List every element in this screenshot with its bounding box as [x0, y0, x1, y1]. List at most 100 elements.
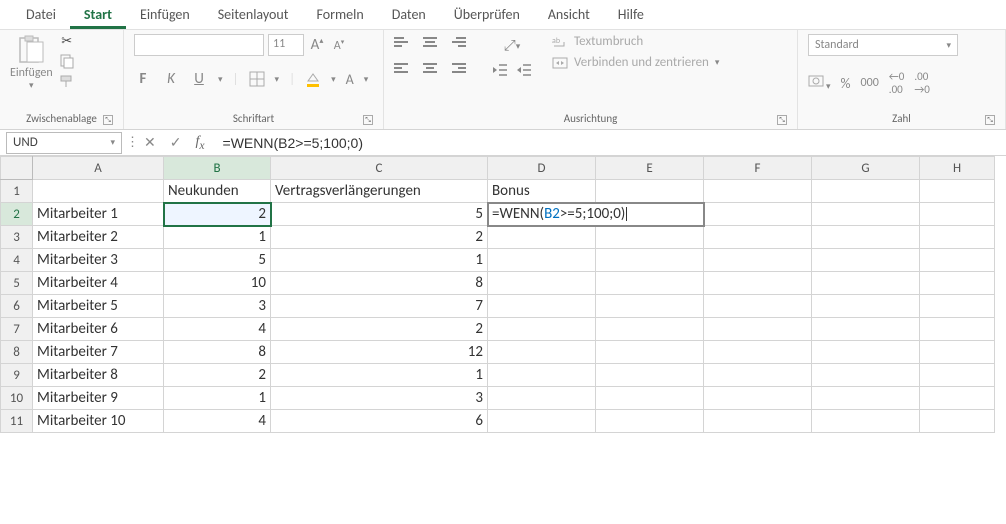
cell[interactable]	[704, 249, 812, 272]
clipboard-icon[interactable]	[17, 34, 45, 66]
merge-dropdown-icon[interactable]: ▾	[715, 57, 720, 68]
tab-einfuegen[interactable]: Einfügen	[126, 0, 204, 29]
format-painter-icon[interactable]	[59, 73, 75, 89]
number-format-select[interactable]: Standard▾	[808, 34, 958, 56]
decrease-indent-icon[interactable]	[492, 63, 508, 77]
col-header-B[interactable]: B	[164, 157, 271, 180]
cell[interactable]: 3	[271, 387, 488, 410]
cell[interactable]	[596, 410, 704, 433]
tab-seitenlayout[interactable]: Seitenlayout	[204, 0, 303, 29]
cell[interactable]: Mitarbeiter 10	[33, 410, 164, 433]
cell[interactable]: 5	[271, 203, 488, 226]
cell[interactable]: Mitarbeiter 5	[33, 295, 164, 318]
cell[interactable]	[704, 318, 812, 341]
tab-datei[interactable]: Datei	[12, 0, 70, 29]
cell[interactable]: 3	[164, 295, 271, 318]
accept-formula-icon[interactable]: ✓	[170, 134, 182, 151]
cell[interactable]	[704, 272, 812, 295]
cell[interactable]: 2	[271, 226, 488, 249]
cell[interactable]	[596, 272, 704, 295]
row-header[interactable]: 6	[1, 295, 33, 318]
cell[interactable]	[596, 387, 704, 410]
cell[interactable]	[596, 318, 704, 341]
cell-B2-selected[interactable]: 2	[164, 203, 271, 226]
bold-button[interactable]: F	[134, 70, 152, 88]
cell[interactable]: Neukunden	[164, 180, 271, 203]
decrease-decimal-icon[interactable]: .00→0	[914, 70, 930, 96]
cell[interactable]	[812, 203, 920, 226]
cell[interactable]: Mitarbeiter 7	[33, 341, 164, 364]
cell[interactable]: 2	[271, 318, 488, 341]
cell[interactable]	[812, 180, 920, 203]
tab-start[interactable]: Start	[70, 0, 126, 29]
cell[interactable]	[596, 226, 704, 249]
cut-icon[interactable]: ✂	[59, 34, 75, 49]
align-launcher-icon[interactable]: ⤡	[777, 115, 787, 125]
border-dropdown-icon[interactable]: ▾	[275, 74, 280, 85]
row-header[interactable]: 4	[1, 249, 33, 272]
cell[interactable]	[488, 226, 596, 249]
shrink-font-icon[interactable]: A▾	[330, 37, 348, 53]
cell[interactable]	[488, 410, 596, 433]
copy-icon[interactable]	[59, 53, 75, 69]
cell[interactable]: 4	[164, 410, 271, 433]
col-header-E[interactable]: E	[596, 157, 704, 180]
orientation-icon[interactable]: ⤢ ▾	[492, 37, 532, 55]
align-right-icon[interactable]	[450, 60, 466, 76]
underline-button[interactable]: U	[190, 70, 208, 88]
cell[interactable]	[704, 410, 812, 433]
cell[interactable]	[812, 410, 920, 433]
cell[interactable]	[488, 249, 596, 272]
percent-icon[interactable]: %	[841, 75, 851, 92]
row-header[interactable]: 8	[1, 341, 33, 364]
font-launcher-icon[interactable]: ⤡	[363, 115, 373, 125]
paste-dropdown-icon[interactable]: ▾	[29, 80, 34, 91]
cell[interactable]	[704, 203, 812, 226]
row-header[interactable]: 1	[1, 180, 33, 203]
tab-hilfe[interactable]: Hilfe	[604, 0, 658, 29]
cell[interactable]	[596, 180, 704, 203]
currency-icon[interactable]: ▾	[808, 73, 831, 93]
spreadsheet-grid[interactable]: A B C D E F G H 1NeukundenVertragsverlän…	[0, 156, 1006, 433]
cell[interactable]	[488, 341, 596, 364]
cell[interactable]	[596, 364, 704, 387]
row-header[interactable]: 11	[1, 410, 33, 433]
cell[interactable]	[920, 318, 995, 341]
font-color-icon[interactable]: A	[346, 71, 354, 88]
align-top-center-icon[interactable]	[422, 34, 438, 50]
cell[interactable]	[488, 295, 596, 318]
col-header-C[interactable]: C	[271, 157, 488, 180]
cell[interactable]: 12	[271, 341, 488, 364]
thousands-icon[interactable]: 000	[861, 76, 879, 90]
align-top-right-icon[interactable]	[450, 34, 466, 50]
cell[interactable]: Mitarbeiter 1	[33, 203, 164, 226]
font-size-input[interactable]: 11	[268, 34, 304, 56]
cell[interactable]	[920, 272, 995, 295]
cell[interactable]: Mitarbeiter 8	[33, 364, 164, 387]
cell-D2-editing[interactable]: =WENN(B2>=5;100;0)	[488, 203, 704, 226]
cell[interactable]: 1	[271, 249, 488, 272]
col-header-D[interactable]: D	[488, 157, 596, 180]
cell[interactable]: Mitarbeiter 4	[33, 272, 164, 295]
cell[interactable]: 8	[164, 341, 271, 364]
increase-indent-icon[interactable]	[516, 63, 532, 77]
border-icon[interactable]	[249, 71, 265, 87]
cell[interactable]	[812, 387, 920, 410]
cell[interactable]	[488, 318, 596, 341]
cell[interactable]: 2	[164, 364, 271, 387]
cell[interactable]: Vertragsverlängerungen	[271, 180, 488, 203]
fill-dropdown-icon[interactable]: ▾	[331, 74, 336, 85]
fontcolor-dropdown-icon[interactable]: ▾	[364, 74, 369, 85]
cell[interactable]	[920, 180, 995, 203]
cell[interactable]	[812, 341, 920, 364]
cell[interactable]: Mitarbeiter 2	[33, 226, 164, 249]
cell[interactable]	[704, 180, 812, 203]
row-header[interactable]: 9	[1, 364, 33, 387]
cell[interactable]	[812, 295, 920, 318]
cell[interactable]: Mitarbeiter 6	[33, 318, 164, 341]
col-header-H[interactable]: H	[920, 157, 995, 180]
cell[interactable]	[812, 364, 920, 387]
row-header[interactable]: 5	[1, 272, 33, 295]
font-name-input[interactable]	[134, 34, 264, 56]
cell[interactable]	[920, 249, 995, 272]
